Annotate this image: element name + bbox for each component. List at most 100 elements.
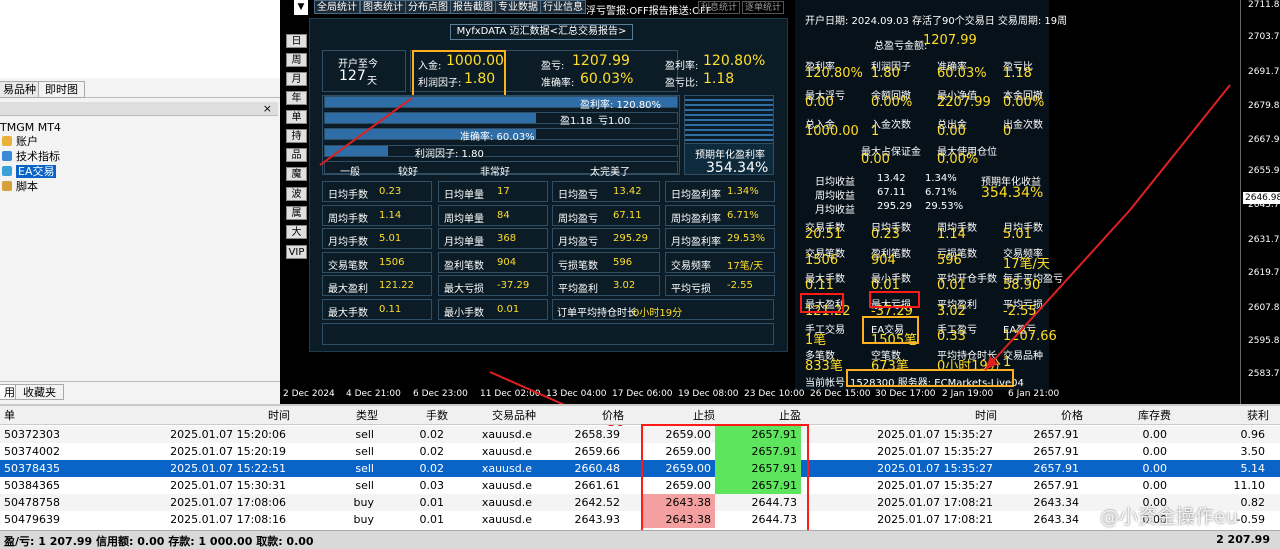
table-cell: 2659.66 [574, 445, 621, 458]
table-cell: 0.00 [1142, 428, 1168, 441]
column-header[interactable]: 止损 [641, 406, 715, 425]
table-cell: 0.01 [419, 513, 445, 526]
table-cell: xauusd.e [481, 513, 532, 526]
side-button[interactable]: 波幅 [286, 187, 307, 213]
grid-value: -37.29 [497, 280, 530, 291]
table-cell: 2661.61 [574, 479, 621, 492]
side-button[interactable]: 品种 [286, 148, 307, 174]
column-header[interactable]: 单 [4, 406, 94, 425]
stat-value: 1.80 [871, 66, 900, 81]
tree-item-expert-advisors[interactable]: EA交易 [2, 165, 57, 179]
tab-realtime-chart[interactable]: 即时图 [38, 81, 85, 98]
stat-value: 1 [871, 124, 880, 139]
return-value: 120.80% [703, 53, 766, 69]
table-cell: 2025.01.07 17:08:06 [170, 496, 286, 509]
btn-chart-stats[interactable]: 图表统计 [360, 0, 406, 14]
navigator-tabs: 易品种 即时图 [0, 81, 280, 98]
btn-pro-data[interactable]: 专业数据 [495, 0, 541, 14]
grid-label: 月均手数 [328, 237, 368, 248]
price-tick: 2607.80 [1248, 303, 1280, 313]
grid-cell: 周均盈利率 6.71% [665, 204, 775, 226]
navigator-header: × [0, 102, 278, 116]
stat-value: 2207.99 [937, 95, 991, 110]
column-header[interactable]: 价格 [536, 406, 624, 425]
btn-global-stats[interactable]: 全局统计 [314, 0, 360, 14]
column-header[interactable]: 时间 [801, 406, 997, 425]
return-label: 盈利率: [665, 61, 699, 72]
side-button[interactable]: 年 [286, 91, 307, 105]
table-cell: 2642.52 [574, 496, 621, 509]
grid-value: 0.23 [379, 186, 402, 197]
btn-distribution[interactable]: 分布点图 [405, 0, 451, 14]
btn-industry-info[interactable]: 行业信息 [540, 0, 586, 14]
stat-value: 0.00 [805, 95, 834, 110]
table-cell: 50374002 [4, 445, 60, 458]
side-button[interactable]: 持仓 [286, 129, 307, 155]
side-button[interactable]: 周 [286, 53, 307, 67]
tree-item-scripts[interactable]: 脚本 [2, 180, 38, 194]
period-amount: 295.29 [877, 201, 912, 212]
side-button[interactable]: 大字 [286, 225, 307, 251]
tree-item-accounts[interactable]: 账户 [2, 135, 38, 149]
column-header[interactable]: 库存费 [1083, 406, 1171, 425]
stat-value: 1.14 [937, 227, 966, 242]
side-button[interactable]: 月 [286, 72, 307, 86]
column-header[interactable]: 止盈 [715, 406, 801, 425]
stat-value: 0.11 [805, 278, 834, 293]
period-percent: 1.34% [925, 173, 957, 184]
stat-value: 833笔 [805, 358, 843, 374]
column-header[interactable]: 获利 [1171, 406, 1269, 425]
grid-label: 周均盈亏 [558, 213, 598, 225]
stat-value: 0.33 [937, 329, 966, 344]
btn-report-screenshot[interactable]: 报告截图 [450, 0, 496, 14]
time-tick: 11 Dec 02:00 [480, 389, 541, 399]
table-cell: 2657.91 [1033, 479, 1080, 492]
period-amount: 67.11 [877, 187, 906, 198]
grid-value: 6.71% [727, 209, 759, 221]
side-button[interactable]: 属性 [286, 206, 307, 232]
table-cell: xauusd.e [481, 445, 532, 458]
table-row[interactable]: 50478758 2025.01.07 17:08:06 buy 0.01 xauusd… [0, 494, 1280, 511]
table-row[interactable]: 50384365 2025.01.07 15:30:31 sell 0.03 xauus… [0, 477, 1280, 494]
grid-label: 盈利笔数 [444, 260, 484, 272]
tab-favorites[interactable]: 收藏夹 [15, 384, 64, 400]
tree-item-indicators[interactable]: 技术指标 [2, 150, 60, 164]
table-cell: 0.02 [419, 445, 445, 458]
column-header[interactable]: 价格 [997, 406, 1083, 425]
side-button[interactable]: VIP [286, 245, 307, 259]
stat-value: 58.90 [1003, 278, 1041, 293]
side-button[interactable]: 单币 [286, 110, 307, 136]
grid-value: 368 [497, 233, 517, 244]
column-header[interactable]: 手数 [378, 406, 448, 425]
tree-item-label: 技术指标 [16, 150, 60, 163]
winrate-value: 60.03% [580, 71, 634, 87]
price-tick: 2679.85 [1248, 101, 1280, 111]
table-row[interactable]: 50372303 2025.01.07 15:20:06 sell 0.02 xauus… [0, 426, 1280, 443]
column-header[interactable]: 交易品种 [448, 406, 536, 425]
price-tick: 2691.70 [1248, 67, 1280, 77]
tree-root[interactable]: TMGM MT4 [0, 121, 61, 135]
table-cell: 0.02 [419, 428, 445, 441]
table-row[interactable]: 50378435 2025.01.07 15:22:51 sell 0.02 xauus… [0, 460, 1280, 477]
navigator-bottom-tabs: 用 收藏夹 [0, 381, 280, 401]
column-header[interactable]: 类型 [290, 406, 378, 425]
table-row[interactable]: 50374002 2025.01.07 15:20:19 sell 0.02 xauus… [0, 443, 1280, 460]
btn-per-order-stats[interactable]: 逐单统计 [742, 1, 785, 14]
chevron-down-icon[interactable]: ▼ [294, 0, 308, 15]
btn-interest-stats[interactable]: 利息统计 [698, 1, 741, 14]
annual-return-value: 354.34% [981, 185, 1044, 201]
table-cell: 50384365 [4, 479, 60, 492]
side-button[interactable]: 魔号 [286, 167, 307, 193]
grid-label: 平均盈利 [558, 284, 598, 295]
account-label: 当前帐号: [805, 378, 849, 389]
tab-symbols[interactable]: 易品种 [0, 81, 43, 98]
annual-value: 354.34% [706, 160, 769, 176]
pnl-value: 1207.99 [572, 53, 630, 69]
side-button[interactable]: 日 [286, 34, 307, 48]
table-cell: 2657.91 [1033, 428, 1080, 441]
grid-label: 平均亏损 [671, 284, 711, 295]
close-icon[interactable]: × [263, 102, 272, 116]
column-header[interactable]: 时间 [98, 406, 290, 425]
table-row[interactable]: 50479639 2025.01.07 17:08:16 buy 0.01 xauusd… [0, 511, 1280, 528]
status-summary: 盈/亏: 1 207.99 信用额: 0.00 存款: 1 000.00 取款:… [4, 535, 314, 548]
